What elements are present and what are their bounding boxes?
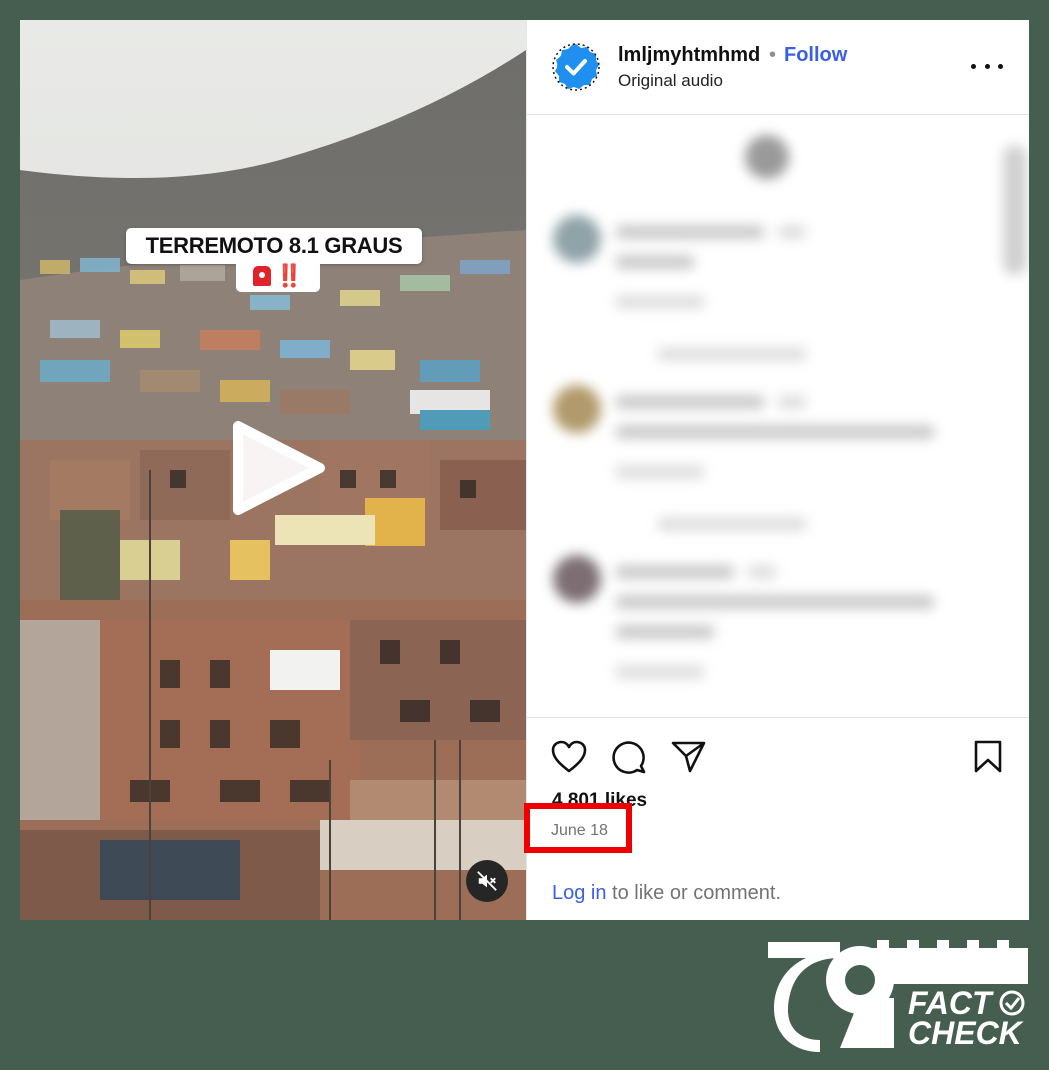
login-link[interactable]: Log in [552,882,607,904]
comment-text [777,395,807,409]
siren-emoji [252,266,271,286]
comment-text [777,225,807,239]
comment-avatar [553,215,601,263]
play-button[interactable] [226,416,330,520]
login-prompt: Log in to like or comment. [552,882,781,905]
separator-dot: • [769,44,777,66]
comment-text [615,565,735,579]
post-details-panel: lmljmyhtmhmd • Follow Original audio 4,8… [526,20,1029,920]
fact-check-logo: FACT CHECK [768,940,1028,1052]
comment-text [615,395,765,409]
post-header: lmljmyhtmhmd • Follow Original audio [527,20,1029,115]
mute-icon [477,871,497,891]
comment-text [615,295,705,309]
more-dot [984,63,990,69]
more-dot [971,63,976,69]
username[interactable]: lmljmyhtmhmd [618,44,760,67]
verified-avatar[interactable] [552,43,600,91]
comment-icon[interactable] [611,739,647,775]
comment-text [615,255,695,269]
logo-text-check: CHECK [908,1015,1025,1051]
play-icon [233,421,325,515]
comment-text [615,425,935,439]
audio-label[interactable]: Original audio [618,71,723,91]
double-exclamation: ‼️ [275,263,304,288]
comment-text [657,517,807,531]
more-dot [998,63,1003,69]
comment-text [615,625,715,639]
comment-text [747,565,777,579]
video-player[interactable]: TERREMOTO 8.1 GRAUS ‼️ [20,20,526,920]
instagram-post: TERREMOTO 8.1 GRAUS ‼️ lmljmyhtmhmd • Fo… [20,20,1029,920]
comment-text [615,465,705,479]
comment-avatar [745,135,789,179]
video-caption-overlay: TERREMOTO 8.1 GRAUS [126,228,422,264]
comment-avatar [553,555,601,603]
mute-button[interactable] [466,860,508,902]
share-icon[interactable] [671,740,707,774]
login-suffix: to like or comment. [606,882,782,904]
follow-button[interactable]: Follow [784,44,847,67]
comment-text [615,665,705,679]
comment-text [615,225,765,239]
comments-section [527,115,1029,716]
comment-avatar [553,385,601,433]
comments-scrollbar[interactable] [1003,145,1027,275]
bookmark-icon[interactable] [973,740,1003,774]
date-highlight-box [524,803,632,853]
comment-text [657,347,807,361]
caption-emoji-line: ‼️ [236,260,320,292]
more-options-icon[interactable] [971,56,1003,76]
heart-icon[interactable] [551,740,587,774]
comment-text [615,595,935,609]
